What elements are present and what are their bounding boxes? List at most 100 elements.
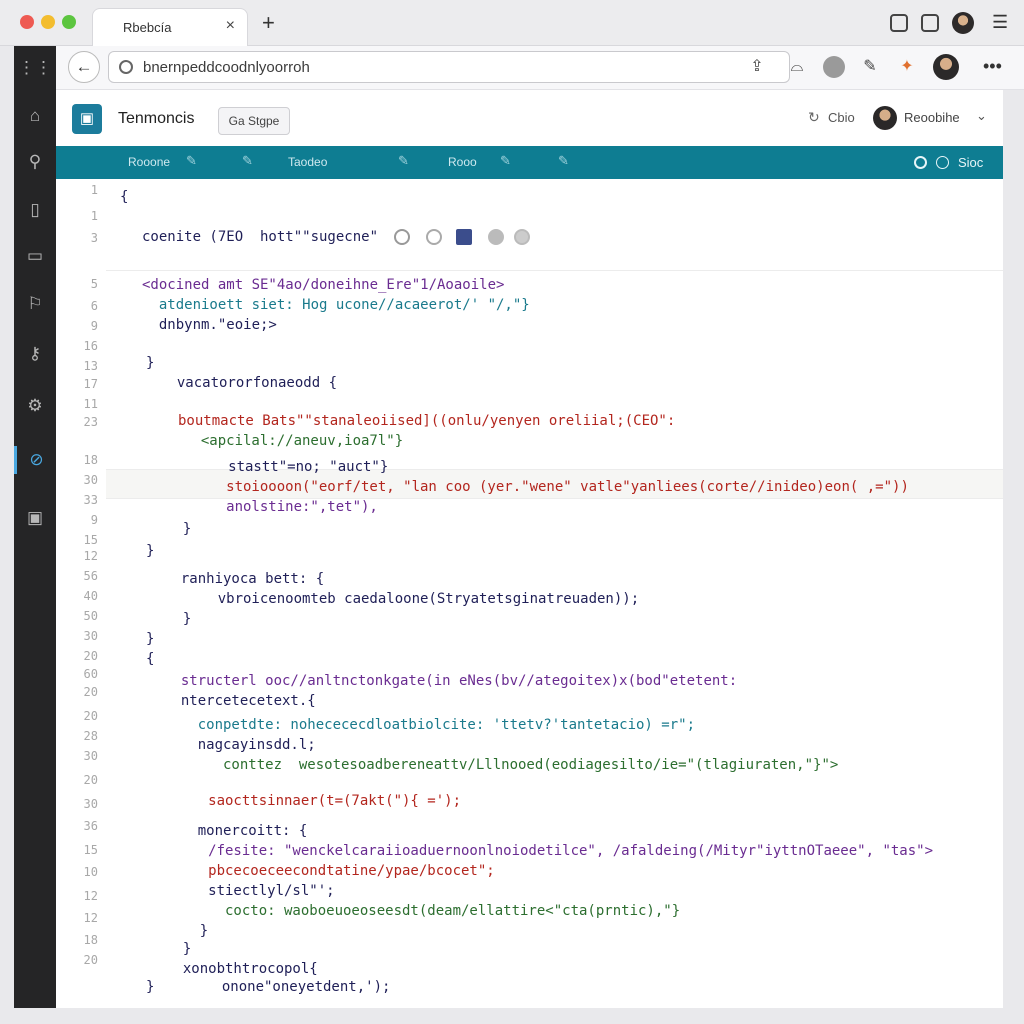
puzzle-icon[interactable]: ✦ [896, 56, 918, 78]
line-number: 9 [90, 319, 98, 333]
debug-icon[interactable]: ⊘ [14, 446, 56, 474]
account-avatar[interactable] [823, 56, 845, 78]
code-line: anolstine:",tet"), [184, 499, 378, 515]
pencil-icon[interactable]: ✎ [242, 153, 253, 169]
app-logo-icon: ▣ [72, 104, 102, 134]
code-line: } [146, 543, 155, 559]
line-number: 15 [83, 843, 98, 857]
browser-navbar: ← bnernpeddcoodnlyoorroh ⇪ ⌓ ✎ ✦ ••• [56, 46, 1024, 90]
app-header: ▣ Tenmoncis Ga Stgpe ↻ Cbio Reoobihe ⌄ [56, 90, 1003, 146]
code-line: dnbynm."eoie;> [142, 317, 277, 333]
browser-titlebar: Rbebcía × + ☰ [0, 0, 1024, 46]
editor-app: ▣ Tenmoncis Ga Stgpe ↻ Cbio Reoobihe ⌄ R… [56, 90, 1003, 1008]
pencil-icon[interactable]: ✎ [558, 153, 569, 169]
pin-icon[interactable]: ⚐ [14, 290, 56, 318]
settings-icon[interactable] [914, 156, 927, 169]
toolbar-item[interactable]: Rooone [128, 155, 170, 169]
more-icon[interactable]: ••• [983, 56, 1002, 77]
code-line: { [146, 651, 155, 667]
line-number: 9 [90, 513, 98, 527]
pencil-icon[interactable]: ✎ [186, 153, 197, 169]
code-line: stoioooon("eorf/tet, "lan coo (yer."wene… [184, 479, 909, 495]
app-name: Tenmoncis [118, 110, 195, 127]
header-link[interactable]: Cbio [828, 110, 855, 125]
line-number: 20 [83, 773, 98, 787]
line-number: 1 [90, 209, 98, 223]
code-line: <docined amt SE"4ao/doneihne_Ere"1/Aoaoi… [142, 277, 505, 293]
extension-icon[interactable] [921, 14, 939, 32]
code-line: stastt"=no; "auct"} [186, 459, 389, 475]
line-number: 3 [90, 231, 98, 245]
browser-menu-icon[interactable]: ☰ [992, 12, 1008, 33]
code-line: coenite (7EO hott""sugecne" [142, 229, 379, 245]
code-line: vacatororfonaeodd { [160, 375, 338, 391]
url-text: bnernpeddcoodnlyoorroh [143, 59, 310, 76]
circle-icon[interactable] [936, 156, 949, 169]
line-number: 20 [83, 649, 98, 663]
line-number: 60 [83, 667, 98, 681]
camera-icon[interactable] [514, 229, 530, 245]
stage-button[interactable]: Ga Stgpe [218, 107, 290, 135]
user-name[interactable]: Reoobihe [904, 110, 960, 125]
toolbar-item[interactable]: Taodeo [288, 155, 327, 169]
code-line: } [146, 355, 155, 371]
address-bar[interactable]: bnernpeddcoodnlyoorroh [108, 51, 790, 83]
terminal-icon[interactable]: ▣ [14, 504, 56, 532]
code-editor[interactable]: 1 1 3 5 6 9 16 13 17 11 23 18 30 33 9 15… [56, 179, 1003, 1008]
share-icon[interactable]: ⇪ [746, 56, 768, 78]
code-line: saocttsinnaer(t=(7akt("){ ='); [166, 793, 462, 809]
bookmark-icon[interactable]: ⌓ [786, 56, 808, 78]
browser-tab[interactable]: Rbebcía × [92, 8, 248, 46]
line-number: 28 [83, 729, 98, 743]
user-avatar[interactable] [873, 106, 897, 130]
maximize-window-button[interactable] [62, 15, 76, 29]
code-line: conttez wesotesoadbereneattv/Lllnooed(eo… [164, 757, 839, 773]
code-line: vbroicenoomteb caedaloone(Stryatetsginat… [184, 591, 640, 607]
pencil-icon[interactable]: ✎ [500, 153, 511, 169]
code-line: xonobthtrocopol{ [166, 961, 318, 977]
line-number: 30 [83, 797, 98, 811]
gear-icon[interactable] [488, 229, 504, 245]
refresh-icon[interactable]: ↻ [808, 109, 820, 126]
hand-icon[interactable] [426, 229, 442, 245]
line-number: 18 [83, 933, 98, 947]
line-number: 1 [90, 183, 98, 197]
line-number: 20 [83, 709, 98, 723]
line-number: 12 [83, 889, 98, 903]
line-number: 17 [83, 377, 98, 391]
back-button[interactable]: ← [68, 51, 100, 83]
code-line: atdenioett siet: Hog ucone//acaeerot/' "… [142, 297, 530, 313]
pen-icon[interactable]: ✎ [859, 56, 881, 78]
window-icon[interactable]: ▭ [14, 242, 56, 270]
line-number: 30 [83, 629, 98, 643]
toolbar-item[interactable]: Rooo [448, 155, 477, 169]
code-line: nagcayinsdd.l; [164, 737, 316, 753]
file-icon[interactable]: ▯ [14, 196, 56, 224]
profile-avatar[interactable] [952, 12, 974, 34]
code-line: } [166, 611, 192, 627]
pencil-icon[interactable]: ✎ [398, 153, 409, 169]
home-icon[interactable]: ⌂ [14, 102, 56, 130]
tab-close-icon[interactable]: × [226, 17, 235, 35]
close-window-button[interactable] [20, 15, 34, 29]
new-tab-button[interactable]: + [262, 10, 275, 36]
line-number: 11 [83, 397, 98, 411]
extension-icon[interactable] [890, 14, 908, 32]
image-icon[interactable] [456, 229, 472, 245]
chevron-down-icon[interactable]: ⌄ [976, 108, 987, 124]
line-number: 30 [83, 749, 98, 763]
key-icon[interactable]: ⚷ [14, 340, 56, 368]
minimize-window-button[interactable] [41, 15, 55, 29]
code-line: monercoitt: { [164, 823, 308, 839]
gear-icon[interactable]: ⚙ [14, 392, 56, 420]
line-number: 20 [83, 953, 98, 967]
user-avatar[interactable] [933, 54, 959, 80]
toolbar-right-label[interactable]: Sioc [958, 155, 983, 170]
at-icon[interactable] [394, 229, 410, 245]
grid-icon[interactable]: ⋮⋮ [14, 54, 56, 82]
line-number: 10 [83, 865, 98, 879]
code-line: ranhiyoca bett: { [164, 571, 325, 587]
line-number: 18 [83, 453, 98, 467]
search-icon[interactable]: ⚲ [14, 148, 56, 176]
code-line: cocto: waoboeuoeoseesdt(deam/ellattire<"… [166, 903, 681, 919]
